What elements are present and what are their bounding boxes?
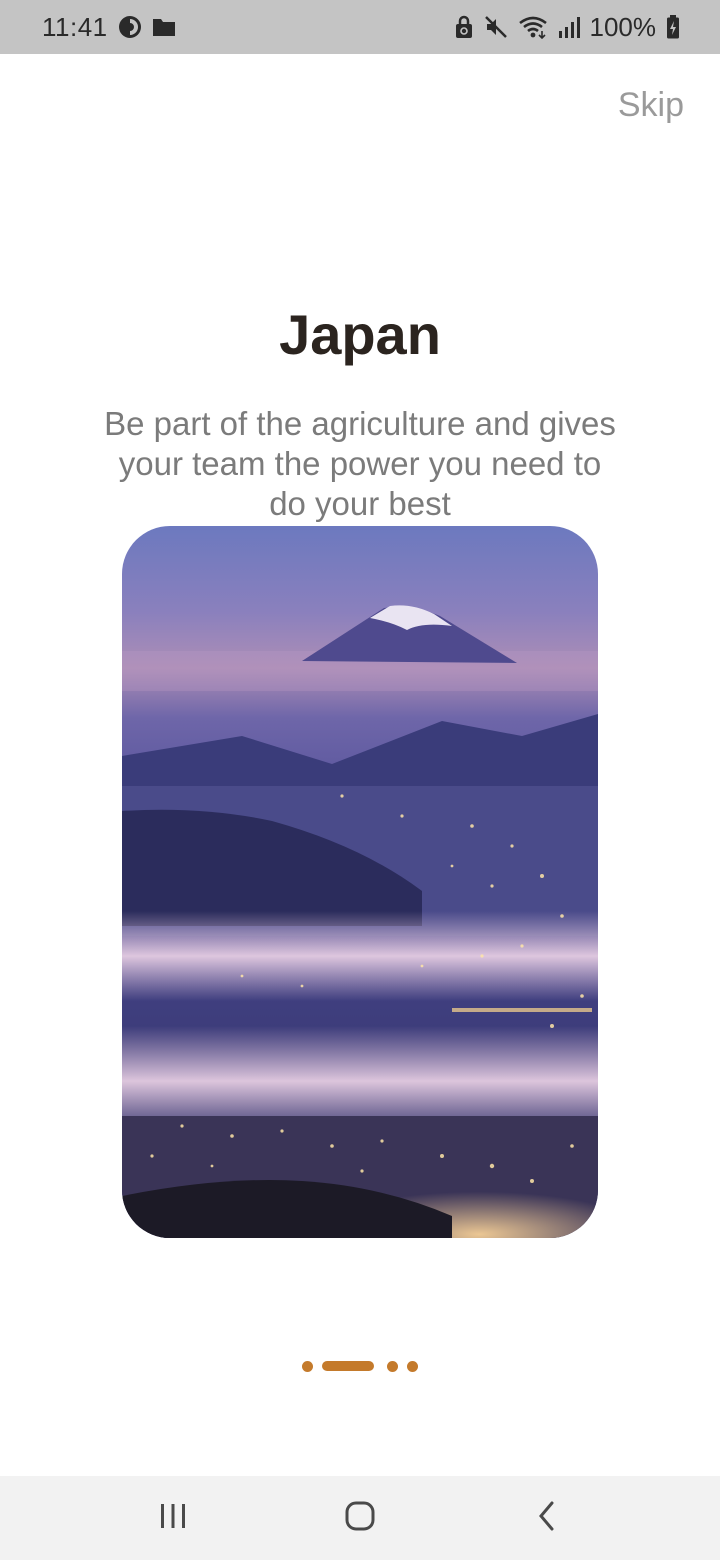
status-time: 11:41 <box>42 11 108 42</box>
recent-apps-icon <box>158 1502 188 1535</box>
battery-charging-icon <box>666 15 680 39</box>
skip-button[interactable]: Skip <box>618 86 684 125</box>
page-description: Be part of the agriculture and gives you… <box>104 405 616 522</box>
status-bar: 11:41 100% <box>0 0 720 54</box>
back-button[interactable] <box>507 1488 587 1548</box>
wifi-icon <box>518 15 548 39</box>
app-notification-icon <box>118 15 142 39</box>
page-indicator <box>0 1359 720 1373</box>
back-icon <box>536 1500 558 1537</box>
onboarding-image <box>122 526 598 1238</box>
sync-lock-icon <box>454 15 474 39</box>
page-title: Japan <box>279 303 441 366</box>
recent-apps-button[interactable] <box>133 1488 213 1548</box>
japan-landscape-image <box>122 526 598 1238</box>
page-dot[interactable] <box>387 1360 398 1372</box>
home-button[interactable] <box>320 1488 400 1548</box>
home-icon <box>344 1500 376 1537</box>
mute-icon <box>484 15 508 39</box>
signal-icon <box>558 15 580 39</box>
page-dot-active[interactable] <box>322 1361 374 1371</box>
status-left: 11:41 <box>42 12 176 43</box>
system-navigation-bar <box>0 1476 720 1560</box>
page-dot[interactable] <box>302 1360 313 1372</box>
status-right: 100% <box>454 12 681 43</box>
page-dot[interactable] <box>407 1360 418 1372</box>
battery-percentage: 100% <box>589 11 657 42</box>
folder-icon <box>152 17 176 37</box>
